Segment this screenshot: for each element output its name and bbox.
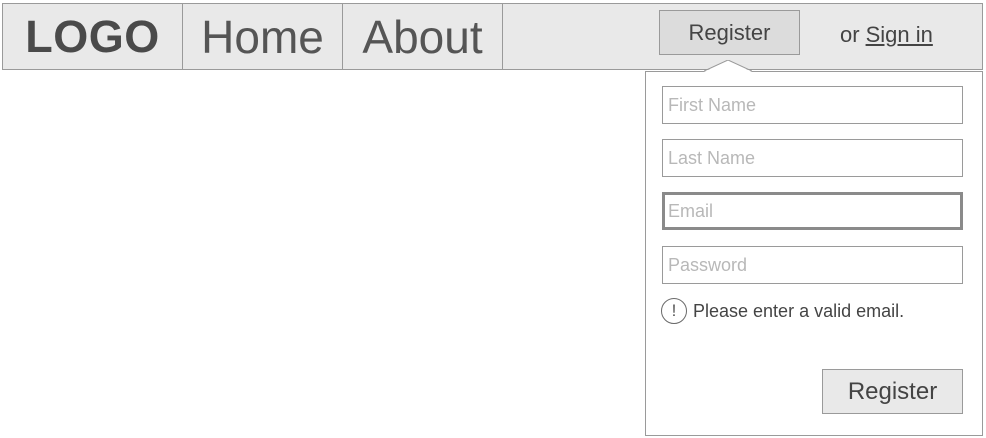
last-name-input[interactable] [662, 139, 963, 177]
exclamation-circle-icon: ! [661, 298, 687, 324]
register-submit-button[interactable]: Register [822, 369, 963, 414]
error-text: Please enter a valid email. [693, 300, 905, 321]
signin-prefix: or [840, 22, 860, 47]
register-toggle-button[interactable]: Register [659, 10, 800, 55]
logo: LOGO [3, 4, 183, 69]
nav-link-about[interactable]: About [343, 4, 503, 69]
first-name-input[interactable] [662, 86, 963, 124]
password-input[interactable] [662, 246, 963, 284]
navbar: LOGO Home About [2, 3, 983, 70]
email-error-message: ! Please enter a valid email. [661, 298, 904, 324]
email-input[interactable] [662, 192, 963, 230]
signin-link[interactable]: Sign in [866, 22, 933, 47]
signin-area: or Sign in [840, 22, 933, 48]
nav-link-home[interactable]: Home [183, 4, 343, 69]
